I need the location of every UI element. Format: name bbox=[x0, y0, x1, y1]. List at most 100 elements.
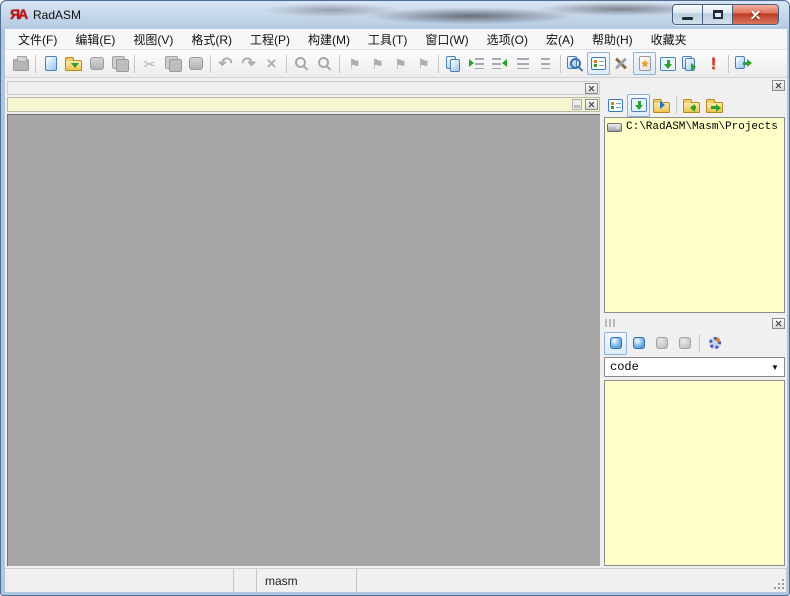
redo-button: ↷ bbox=[237, 52, 260, 75]
trim-lines-button bbox=[534, 52, 557, 75]
project-panel-close-button[interactable] bbox=[772, 80, 785, 91]
mdi-workspace bbox=[7, 114, 600, 566]
trim-lines-icon bbox=[541, 58, 550, 69]
section-disabled-1-icon bbox=[655, 337, 668, 349]
section-combobox[interactable]: code ▼ bbox=[604, 357, 785, 377]
bookmark-flag-icon: ⚑ bbox=[417, 55, 430, 72]
menu-edit[interactable]: 编辑(E) bbox=[66, 29, 124, 50]
properties-button[interactable] bbox=[703, 332, 726, 355]
chevron-down-icon[interactable]: ▼ bbox=[766, 363, 784, 372]
save-icon bbox=[89, 57, 104, 70]
indent-icon bbox=[469, 58, 484, 69]
section-combobox-value: code bbox=[610, 360, 639, 374]
project-panel-toolbar bbox=[604, 93, 785, 117]
find-in-files-icon bbox=[567, 55, 584, 72]
properties-gear-icon bbox=[708, 337, 721, 349]
assemble-button[interactable] bbox=[656, 52, 679, 75]
section-disabled-2-icon bbox=[678, 337, 691, 349]
paste-button bbox=[184, 52, 207, 75]
close-icon bbox=[749, 8, 762, 21]
titlebar[interactable]: ЯA RadASM bbox=[1, 1, 789, 29]
section-disabled-1-button bbox=[650, 332, 673, 355]
new-file-icon bbox=[44, 56, 57, 71]
clear-bookmarks-button: ⚑ bbox=[412, 52, 435, 75]
output-strip-close-button[interactable] bbox=[585, 99, 598, 110]
section-data-icon bbox=[632, 337, 645, 349]
menu-help[interactable]: 帮助(H) bbox=[583, 29, 642, 50]
toolbar-separator bbox=[560, 54, 561, 73]
folder-back-button[interactable] bbox=[680, 94, 703, 117]
main-toolbar: ✂ ↶ ↷ × ⚑ ⚑ ⚑ ⚑ ★ ! bbox=[5, 50, 787, 78]
justify-icon bbox=[516, 58, 529, 69]
menu-make[interactable]: 构建(M) bbox=[299, 29, 359, 50]
open-file-icon bbox=[65, 57, 82, 71]
exit-button[interactable] bbox=[732, 52, 755, 75]
project-browser-toggle-button[interactable] bbox=[587, 52, 610, 75]
tree-item-projects-folder[interactable]: C:\RadASM\Masm\Projects bbox=[607, 121, 782, 133]
resize-grip[interactable] bbox=[772, 577, 784, 589]
find-icon bbox=[294, 56, 309, 71]
minimize-button[interactable] bbox=[673, 5, 703, 24]
status-segment-assembler: masm bbox=[257, 569, 357, 593]
properties-panel-close-button[interactable] bbox=[772, 318, 785, 329]
menu-project[interactable]: 工程(P) bbox=[241, 29, 299, 50]
folder-forward-button[interactable] bbox=[703, 94, 726, 117]
panel-drag-grip[interactable] bbox=[605, 319, 617, 327]
justify-button bbox=[511, 52, 534, 75]
folder-back-icon bbox=[683, 98, 700, 113]
bookmark-flag-icon: ⚑ bbox=[371, 55, 384, 72]
copy-lines-button[interactable] bbox=[442, 52, 465, 75]
copy-icon bbox=[164, 56, 182, 72]
section-disabled-2-button bbox=[673, 332, 696, 355]
menu-macro[interactable]: 宏(A) bbox=[537, 29, 583, 50]
addin-strip-close-button[interactable] bbox=[585, 83, 598, 94]
assemble-icon bbox=[659, 56, 676, 71]
favorites-toggle-button[interactable]: ★ bbox=[633, 52, 656, 75]
tools-button[interactable] bbox=[610, 52, 633, 75]
section-code-icon bbox=[609, 337, 622, 349]
project-browser-icon bbox=[591, 57, 606, 70]
menu-view[interactable]: 视图(V) bbox=[124, 29, 182, 50]
close-button[interactable] bbox=[733, 5, 778, 24]
toolbar-separator bbox=[210, 54, 211, 73]
cut-icon: ✂ bbox=[143, 55, 156, 72]
section-data-button[interactable] bbox=[627, 332, 650, 355]
open-file-button[interactable] bbox=[62, 52, 85, 75]
menu-window[interactable]: 窗口(W) bbox=[416, 29, 477, 50]
find-in-files-button[interactable] bbox=[564, 52, 587, 75]
browse-folder-button[interactable] bbox=[650, 94, 673, 117]
addin-strip-top bbox=[7, 81, 600, 95]
menu-tools[interactable]: 工具(T) bbox=[359, 29, 416, 50]
get-files-button[interactable] bbox=[627, 93, 650, 117]
report-error-button[interactable]: ! bbox=[702, 52, 725, 75]
folder-forward-icon bbox=[706, 98, 723, 113]
star-icon: ★ bbox=[640, 59, 650, 70]
toolbar-separator bbox=[35, 54, 36, 73]
redo-icon: ↷ bbox=[241, 54, 256, 73]
menu-file[interactable]: 文件(F) bbox=[9, 29, 66, 50]
bookmark-flag-icon: ⚑ bbox=[394, 55, 407, 72]
project-file-tree: C:\RadASM\Masm\Projects bbox=[604, 117, 785, 313]
mini-scrollbar[interactable] bbox=[572, 99, 582, 110]
indent-button[interactable] bbox=[465, 52, 488, 75]
run-button[interactable] bbox=[679, 52, 702, 75]
toolbar-separator bbox=[339, 54, 340, 73]
exit-icon bbox=[735, 56, 752, 71]
outdent-button[interactable] bbox=[488, 52, 511, 75]
toolbar-separator bbox=[286, 54, 287, 73]
properties-list bbox=[604, 380, 785, 566]
maximize-button[interactable] bbox=[703, 5, 733, 24]
file-browser-list-button[interactable] bbox=[604, 94, 627, 117]
new-file-button[interactable] bbox=[39, 52, 62, 75]
menu-favorites[interactable]: 收藏夹 bbox=[642, 29, 696, 50]
status-segment-small bbox=[234, 569, 257, 593]
radasm-window: ЯA RadASM 文件(F) 编辑(E) 视图(V) 格式(R) 工程(P) … bbox=[0, 0, 790, 596]
status-segment-main bbox=[5, 569, 234, 593]
print-icon bbox=[12, 56, 29, 71]
caption-buttons bbox=[672, 4, 779, 25]
section-code-button[interactable] bbox=[604, 331, 627, 355]
menu-options[interactable]: 选项(O) bbox=[478, 29, 537, 50]
favorites-icon: ★ bbox=[638, 56, 651, 71]
menu-format[interactable]: 格式(R) bbox=[182, 29, 241, 50]
app-logo-icon: ЯA bbox=[10, 6, 28, 22]
